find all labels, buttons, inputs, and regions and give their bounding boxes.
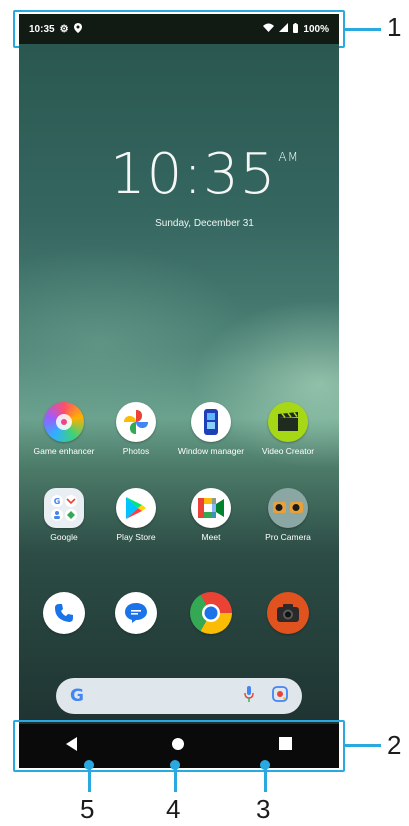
phone-icon — [43, 592, 85, 634]
meet-icon — [191, 488, 231, 528]
callout-2: 2 — [387, 730, 402, 760]
status-bar-highlight — [13, 10, 345, 48]
chrome-icon — [190, 592, 232, 634]
messages-icon — [115, 592, 157, 634]
app-play-store[interactable]: Play Store — [98, 488, 174, 542]
app-label: Game enhancer — [33, 446, 95, 456]
svg-text:G: G — [54, 497, 61, 506]
app-game-enhancer[interactable]: Game enhancer — [26, 402, 102, 456]
app-label: Play Store — [116, 532, 156, 542]
google-logo: G — [70, 686, 84, 706]
app-label: Meet — [201, 532, 221, 542]
clock-date: Sunday, December 31 — [155, 218, 254, 229]
callout-2-line — [345, 744, 381, 747]
photos-icon — [116, 402, 156, 442]
callout-1: 1 — [387, 12, 402, 42]
callout-3-line — [264, 768, 267, 792]
app-label: Video Creator — [261, 446, 315, 456]
app-label: Pro Camera — [265, 532, 311, 542]
callout-3: 3 — [256, 794, 271, 824]
app-label: Window manager — [177, 446, 245, 456]
app-google-folder[interactable]: G Google — [26, 488, 102, 542]
game-enhancer-icon — [44, 402, 84, 442]
callout-4-line — [174, 768, 177, 792]
dock-messages[interactable] — [98, 592, 174, 638]
dock-chrome[interactable] — [173, 592, 249, 638]
callout-4: 4 — [166, 794, 181, 824]
callout-5: 5 — [80, 794, 95, 824]
google-search-bar[interactable]: G — [56, 678, 302, 714]
app-video-creator[interactable]: Video Creator — [250, 402, 326, 456]
pro-camera-icon — [268, 488, 308, 528]
app-window-manager[interactable]: Window manager — [173, 402, 249, 456]
mic-icon[interactable] — [244, 685, 254, 707]
callout-5-line — [88, 768, 91, 792]
google-folder-icon: G — [44, 488, 84, 528]
window-manager-icon — [191, 402, 231, 442]
app-label: Google — [50, 532, 78, 542]
video-creator-icon — [268, 402, 308, 442]
play-store-icon — [116, 488, 156, 528]
clock-ampm: AM — [278, 150, 299, 164]
callout-1-line — [345, 28, 381, 31]
clock-time: 10:35 — [110, 142, 277, 207]
clock-widget[interactable]: 10:35 AM — [0, 142, 409, 207]
app-photos[interactable]: Photos — [98, 402, 174, 456]
dock-camera[interactable] — [250, 592, 326, 638]
app-label: Photos — [122, 446, 150, 456]
dock-phone[interactable] — [26, 592, 102, 638]
camera-icon — [267, 592, 309, 634]
app-meet[interactable]: Meet — [173, 488, 249, 542]
app-pro-camera[interactable]: Pro Camera — [250, 488, 326, 542]
lens-icon[interactable] — [272, 685, 288, 707]
